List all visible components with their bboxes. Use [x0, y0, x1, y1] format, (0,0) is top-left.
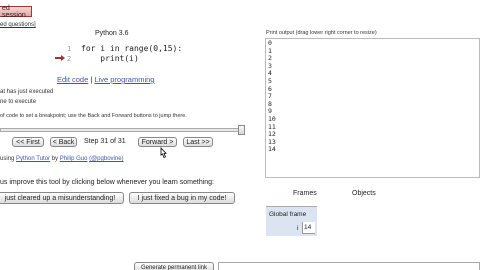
back-button[interactable]: < Back — [50, 137, 77, 147]
handle-link[interactable]: (@pgbovine) — [89, 156, 123, 162]
permalink-field[interactable] — [218, 262, 480, 270]
edit-code-link[interactable]: Edit code — [57, 75, 88, 84]
code-line: 1 for i in range(0,15): — [55, 44, 205, 61]
session-button[interactable]: ed session — [0, 5, 32, 19]
author-link[interactable]: Philip Guo — [60, 156, 88, 162]
print-output-line: 11 — [268, 122, 276, 131]
variable-value: 14 — [302, 222, 315, 234]
print-output-line: 14 — [268, 145, 276, 154]
code-text: print(i) — [81, 54, 139, 63]
print-output-line: 9 — [268, 107, 272, 116]
print-output-line: 1 — [268, 46, 272, 55]
live-programming-link[interactable]: Live programming — [94, 75, 154, 84]
print-output-line: 2 — [268, 54, 272, 63]
last-button[interactable]: Last >> — [183, 137, 213, 147]
bug-button[interactable]: I just fixed a bug in my code! — [129, 192, 235, 204]
generate-permalink-button[interactable]: Generate permanent link — [134, 262, 214, 270]
language-label: Python 3.6 — [95, 30, 129, 37]
print-output-lines: 0 1 2 3 4 5 6 7 8 9 10 11 12 13 14 — [268, 39, 477, 154]
print-output-line: 0 — [268, 39, 272, 47]
mouse-cursor-icon — [158, 144, 168, 159]
code-line: 2 print(i) — [55, 54, 205, 64]
credits-by: by — [51, 156, 59, 162]
print-output-line: 10 — [268, 114, 276, 123]
misunderstanding-button[interactable]: just cleared up a misunderstanding! — [0, 192, 124, 204]
print-output-line: 4 — [268, 69, 272, 78]
edit-links: Edit code | Live programming — [57, 75, 154, 84]
separator: | — [90, 75, 93, 84]
global-frame-label: Global frame — [269, 211, 307, 218]
current-line-arrow-icon — [55, 46, 65, 61]
code-area: 1 for i in range(0,15): 2 print(i) — [55, 44, 205, 66]
frames-label: Frames — [293, 190, 317, 197]
code-text: for i in range(0,15): — [81, 44, 183, 53]
python-tutor-link[interactable]: Python Tutor — [16, 156, 50, 162]
credits-prefix: using — [0, 156, 15, 162]
print-output-line: 5 — [268, 76, 272, 85]
print-output-line: 13 — [268, 137, 276, 146]
line-number: 2 — [67, 55, 72, 63]
global-frame: Global frame i 14 — [266, 206, 317, 236]
print-output-line: 6 — [268, 84, 272, 93]
objects-label: Objects — [352, 190, 376, 197]
first-button[interactable]: << First — [12, 137, 44, 147]
legend-executed: at has just executed — [0, 89, 54, 95]
print-output-label: Print output (drag lower right corner to… — [266, 30, 377, 36]
step-indicator: Step 31 of 31 — [84, 138, 126, 145]
credits: using Python Tutor by Philip Guo (@pgbov… — [0, 156, 124, 162]
step-slider[interactable] — [0, 128, 244, 132]
legend-next: ne to execute — [0, 99, 37, 105]
print-output-line: 12 — [268, 130, 276, 139]
variable-name: i — [297, 225, 299, 232]
print-output-line: 8 — [268, 99, 272, 108]
breakpoint-hint: of code to set a breakpoint; use the Bac… — [0, 113, 187, 119]
faq-link[interactable]: ed questions] — [0, 22, 36, 28]
feedback-prompt: us improve this tool by clicking below w… — [0, 179, 214, 186]
slider-handle[interactable] — [238, 125, 245, 135]
print-output-line: 3 — [268, 61, 272, 70]
line-number: 1 — [67, 45, 72, 53]
print-output-line: 7 — [268, 92, 272, 101]
print-output-area[interactable]: 0 1 2 3 4 5 6 7 8 9 10 11 12 13 14 — [265, 38, 480, 178]
